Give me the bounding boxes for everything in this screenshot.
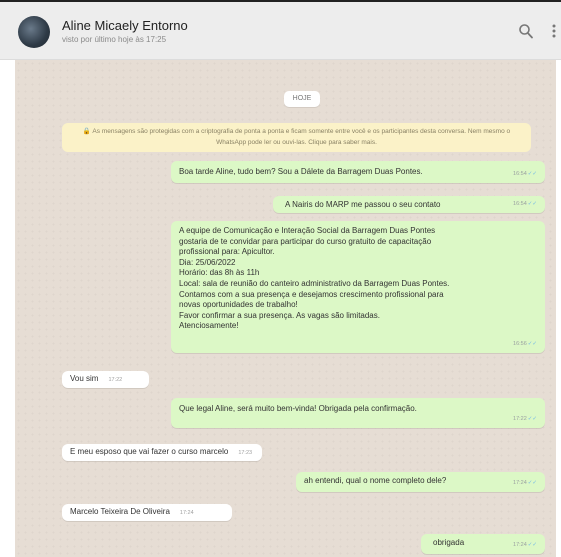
double-check-icon: ✓✓ bbox=[527, 416, 537, 423]
conversation-panel[interactable]: HOJE 🔒 As mensagens são protegidas com a… bbox=[15, 60, 556, 557]
message-bubble-incoming[interactable]: Vou sim 17:22 bbox=[62, 371, 149, 388]
message-time: 17:24 bbox=[179, 510, 194, 516]
chat-header: Aline Micaely Entorno visto por último h… bbox=[0, 2, 561, 60]
message-bubble-incoming[interactable]: E meu esposo que vai fazer o curso marce… bbox=[62, 444, 262, 461]
message-text: Marcelo Teixeira De Oliveira bbox=[70, 507, 170, 516]
double-check-icon: ✓✓ bbox=[527, 542, 537, 549]
avatar[interactable] bbox=[18, 16, 50, 48]
message-time: 17:22 bbox=[108, 377, 123, 383]
message-bubble-outgoing[interactable]: ah entendi, qual o nome completo dele? 1… bbox=[296, 472, 545, 492]
double-check-icon: ✓✓ bbox=[527, 201, 537, 208]
double-check-icon: ✓✓ bbox=[527, 341, 537, 348]
double-check-icon: ✓✓ bbox=[527, 171, 537, 178]
message-bubble-outgoing[interactable]: A Nairis do MARP me passou o seu contato… bbox=[273, 196, 545, 213]
message-bubble-outgoing[interactable]: Que legal Aline, será muito bem-vinda! O… bbox=[171, 398, 545, 428]
message-text: A Nairis do MARP me passou o seu contato bbox=[285, 200, 441, 209]
search-icon[interactable] bbox=[518, 22, 534, 40]
message-text: obrigada bbox=[433, 538, 465, 547]
message-bubble-outgoing[interactable]: obrigada 17:24✓✓ bbox=[421, 534, 545, 554]
message-text: Que legal Aline, será muito bem-vinda! O… bbox=[179, 404, 417, 413]
message-time: 17:24 bbox=[513, 480, 527, 487]
message-time: 16:56 bbox=[513, 341, 527, 348]
contact-name[interactable]: Aline Micaely Entorno bbox=[62, 18, 188, 33]
message-time: 17:23 bbox=[238, 450, 253, 456]
message-text: Vou sim bbox=[70, 374, 99, 383]
message-text: A equipe de Comunicação e Interação Soci… bbox=[179, 226, 450, 331]
message-time: 16:54 bbox=[513, 171, 527, 178]
kebab-menu-icon[interactable] bbox=[546, 22, 561, 40]
message-text: E meu esposo que vai fazer o curso marce… bbox=[70, 447, 229, 456]
date-chip: HOJE bbox=[284, 91, 320, 107]
message-time: 17:22 bbox=[513, 416, 527, 423]
last-seen-status: visto por último hoje às 17:25 bbox=[62, 35, 167, 44]
double-check-icon: ✓✓ bbox=[527, 480, 537, 487]
encryption-notice[interactable]: 🔒 As mensagens são protegidas com a crip… bbox=[62, 123, 531, 152]
message-time: 16:54 bbox=[513, 201, 527, 208]
message-text: Boa tarde Aline, tudo bem? Sou a Dálete … bbox=[179, 167, 423, 176]
message-bubble-outgoing[interactable]: A equipe de Comunicação e Interação Soci… bbox=[171, 221, 545, 353]
message-bubble-outgoing[interactable]: Boa tarde Aline, tudo bem? Sou a Dálete … bbox=[171, 161, 545, 183]
message-time: 17:24 bbox=[513, 542, 527, 549]
message-bubble-incoming[interactable]: Marcelo Teixeira De Oliveira 17:24 bbox=[62, 504, 232, 521]
message-text: ah entendi, qual o nome completo dele? bbox=[304, 476, 447, 485]
